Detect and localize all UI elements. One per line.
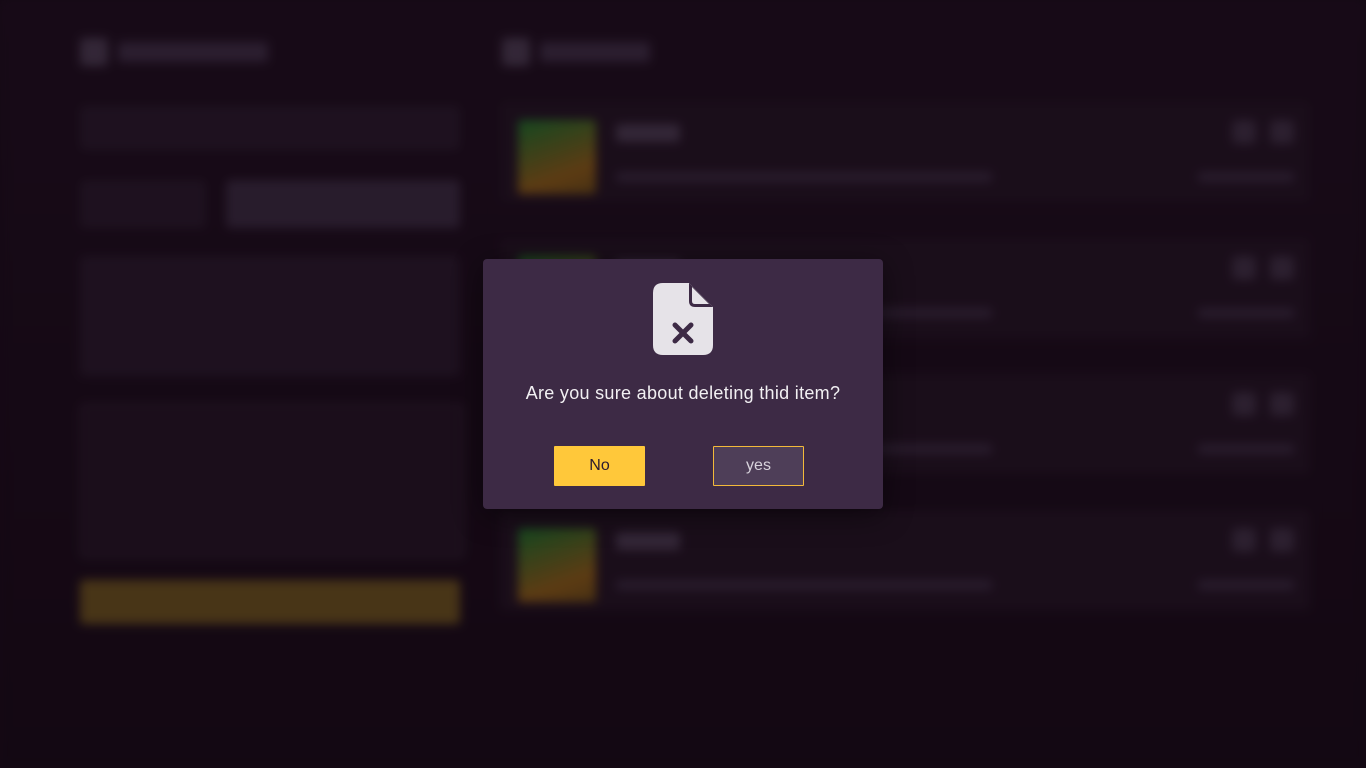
- dialog-message: Are you sure about deleting thid item?: [525, 383, 841, 403]
- no-button[interactable]: No: [554, 446, 645, 486]
- yes-button[interactable]: yes: [713, 446, 804, 486]
- file-x-icon: [653, 283, 713, 355]
- delete-confirmation-dialog: Are you sure about deleting thid item? N…: [483, 259, 883, 509]
